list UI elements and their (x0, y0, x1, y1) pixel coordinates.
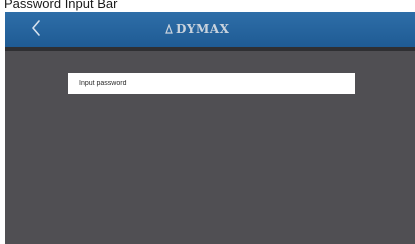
top-navigation-bar: DYMAX (5, 12, 415, 47)
logo-mark-icon (165, 24, 173, 34)
logo-text: DYMAX (176, 22, 230, 36)
back-button[interactable] (23, 15, 49, 41)
header-divider (5, 47, 415, 51)
dymax-logo: DYMAX (165, 21, 229, 37)
device-screen: DYMAX (5, 12, 415, 244)
figure-caption: Password Input Bar (4, 0, 118, 11)
chevron-left-icon (32, 20, 40, 36)
password-input[interactable] (68, 73, 355, 94)
